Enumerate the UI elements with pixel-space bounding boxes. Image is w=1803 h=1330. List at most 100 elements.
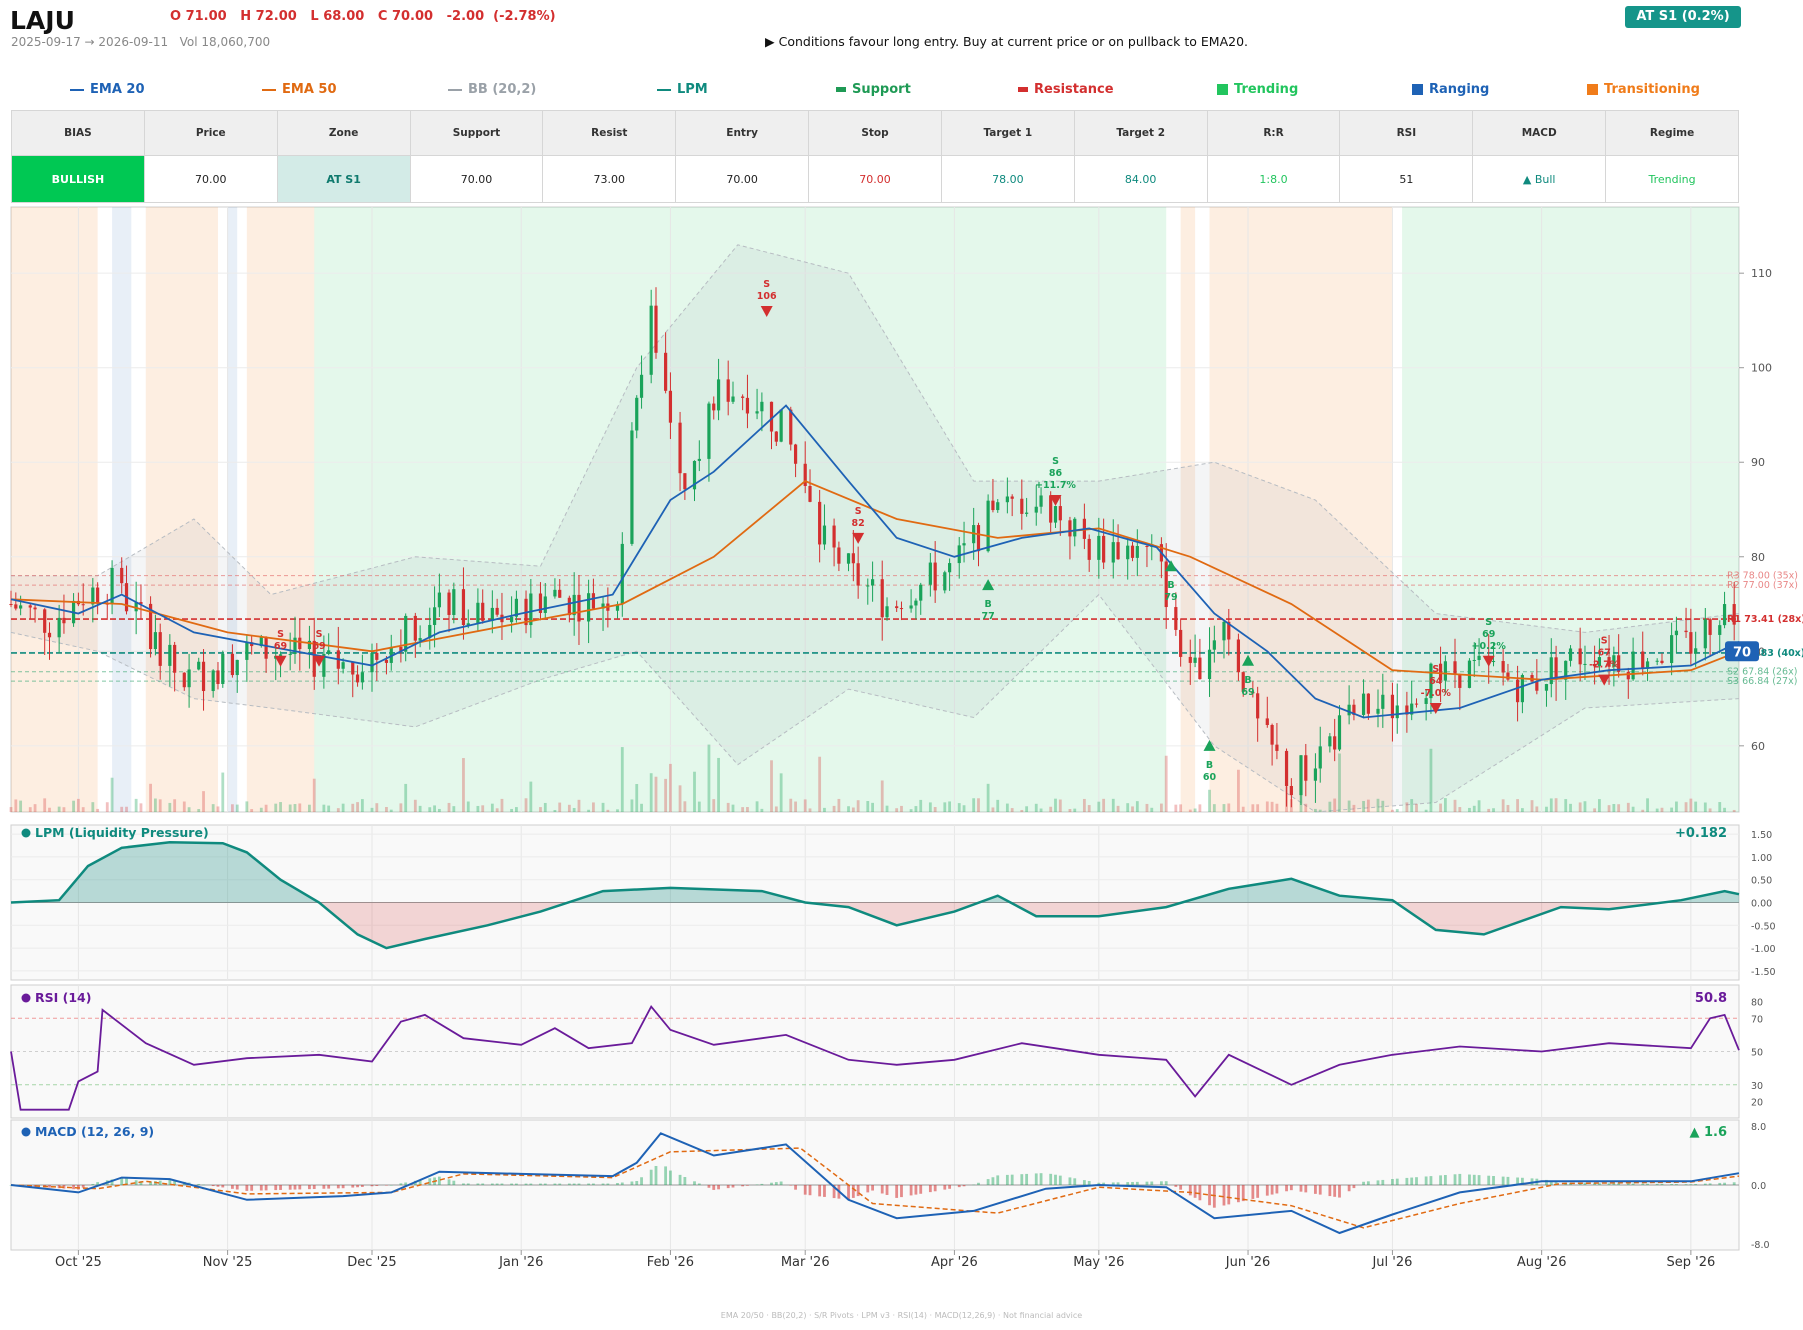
candle-body	[1535, 681, 1539, 691]
volume-bar	[669, 763, 672, 812]
volume-bar	[914, 806, 918, 812]
volume-bar	[900, 805, 903, 812]
candle-body	[1578, 648, 1582, 665]
volume-bar	[279, 802, 282, 812]
x-tick-label: Sep '26	[1666, 1255, 1715, 1270]
volume-bar	[664, 778, 668, 812]
macd-last-value: ▲ 1.6	[1689, 1125, 1727, 1140]
macd-histogram-bar	[1159, 1181, 1163, 1185]
volume-bar	[1443, 798, 1447, 812]
signal-label: S	[277, 629, 284, 640]
macd-histogram-bar	[327, 1185, 331, 1189]
candle-body	[28, 605, 32, 608]
volume-bar	[1198, 804, 1202, 812]
y-tick-label: 100	[1751, 362, 1772, 375]
macd-histogram-bar	[274, 1185, 278, 1191]
volume-bar	[1684, 802, 1688, 812]
volume-bar	[462, 758, 465, 812]
candle-body	[481, 602, 485, 621]
macd-histogram-bar	[1617, 1183, 1621, 1185]
macd-histogram-bar	[259, 1185, 263, 1191]
macd-histogram-bar	[336, 1185, 340, 1189]
macd-histogram-bar	[1458, 1173, 1462, 1185]
volume-bar	[1564, 799, 1568, 812]
rsi-dot-icon	[21, 993, 31, 1003]
volume-bar	[1087, 805, 1091, 812]
macd-histogram-bar	[211, 1185, 215, 1187]
signal-label: 67	[1598, 648, 1611, 659]
macd-histogram-bar	[1395, 1178, 1399, 1185]
volume-bar	[1646, 798, 1649, 812]
signal-label: S	[316, 629, 323, 640]
macd-histogram-bar	[1275, 1185, 1279, 1194]
macd-histogram-bar	[803, 1185, 807, 1195]
y-tick-label: 1.00	[1751, 853, 1772, 864]
candle-body	[1443, 661, 1447, 681]
macd-histogram-bar	[1405, 1177, 1409, 1185]
candle-body	[1058, 506, 1062, 521]
candle-body	[1236, 639, 1241, 673]
volume-bar	[1034, 803, 1038, 812]
candle-body	[1188, 656, 1192, 663]
candle-body	[57, 617, 61, 638]
volume-bar	[592, 802, 595, 812]
macd-histogram-bar	[726, 1185, 730, 1189]
candle-body	[1102, 535, 1106, 563]
volume-bar	[1285, 786, 1288, 812]
level-label: S3 66.84 (27x)	[1727, 676, 1797, 687]
signal-label: B	[1244, 675, 1251, 686]
candle-body	[476, 602, 480, 624]
macd-histogram-bar	[447, 1179, 451, 1185]
volume-bar	[856, 800, 860, 812]
macd-histogram-bar	[1131, 1181, 1134, 1185]
volume-bar	[182, 801, 186, 812]
volume-bar	[327, 805, 331, 812]
candle-body	[413, 615, 417, 641]
candle-body	[760, 401, 764, 412]
candle-body	[1039, 495, 1043, 507]
candle-body	[1347, 704, 1351, 716]
macd-histogram-bar	[616, 1183, 619, 1185]
y-tick-label: -1.50	[1751, 967, 1776, 978]
level-label: R1 73.41 (28x)	[1727, 614, 1803, 625]
candle-body	[866, 585, 870, 587]
macd-histogram-bar	[928, 1185, 932, 1193]
volume-bar	[683, 801, 687, 812]
volume-bar	[601, 802, 605, 812]
signal-label: 69	[274, 641, 287, 652]
volume-bar	[803, 799, 807, 812]
candle-body	[683, 473, 687, 490]
macd-histogram-bar	[1347, 1185, 1351, 1192]
volume-bar	[1073, 808, 1077, 812]
macd-histogram-bar	[794, 1185, 797, 1190]
volume-bar	[1102, 798, 1106, 812]
macd-histogram-bar	[1082, 1180, 1086, 1185]
macd-histogram-bar	[1501, 1176, 1505, 1185]
candle-body	[1284, 750, 1289, 786]
candle-body	[1718, 625, 1722, 635]
macd-histogram-bar	[567, 1183, 571, 1185]
macd-histogram-bar	[1328, 1185, 1332, 1197]
candle-body	[1010, 496, 1014, 499]
macd-histogram-bar	[587, 1183, 591, 1185]
volume-bar	[957, 803, 961, 812]
candle-body	[1670, 635, 1674, 664]
volume-bar	[19, 800, 23, 812]
y-tick-label: 70	[1751, 1014, 1763, 1025]
volume-bar	[1487, 808, 1491, 812]
macd-histogram-bar	[789, 1185, 793, 1186]
candle-body	[1732, 604, 1736, 625]
volume-bar	[543, 802, 547, 812]
volume-bar	[33, 804, 37, 812]
macd-histogram-bar	[1376, 1180, 1380, 1185]
candle-body	[948, 563, 952, 573]
macd-histogram-bar	[649, 1169, 653, 1185]
macd-histogram-bar	[385, 1185, 388, 1186]
volume-bar	[693, 771, 696, 812]
volume-bar	[1545, 806, 1548, 812]
candle-body	[986, 500, 990, 552]
volume-bar	[1578, 802, 1582, 812]
macd-histogram-bar	[48, 1185, 51, 1188]
volume-bar	[928, 802, 932, 812]
macd-histogram-bar	[529, 1183, 533, 1185]
